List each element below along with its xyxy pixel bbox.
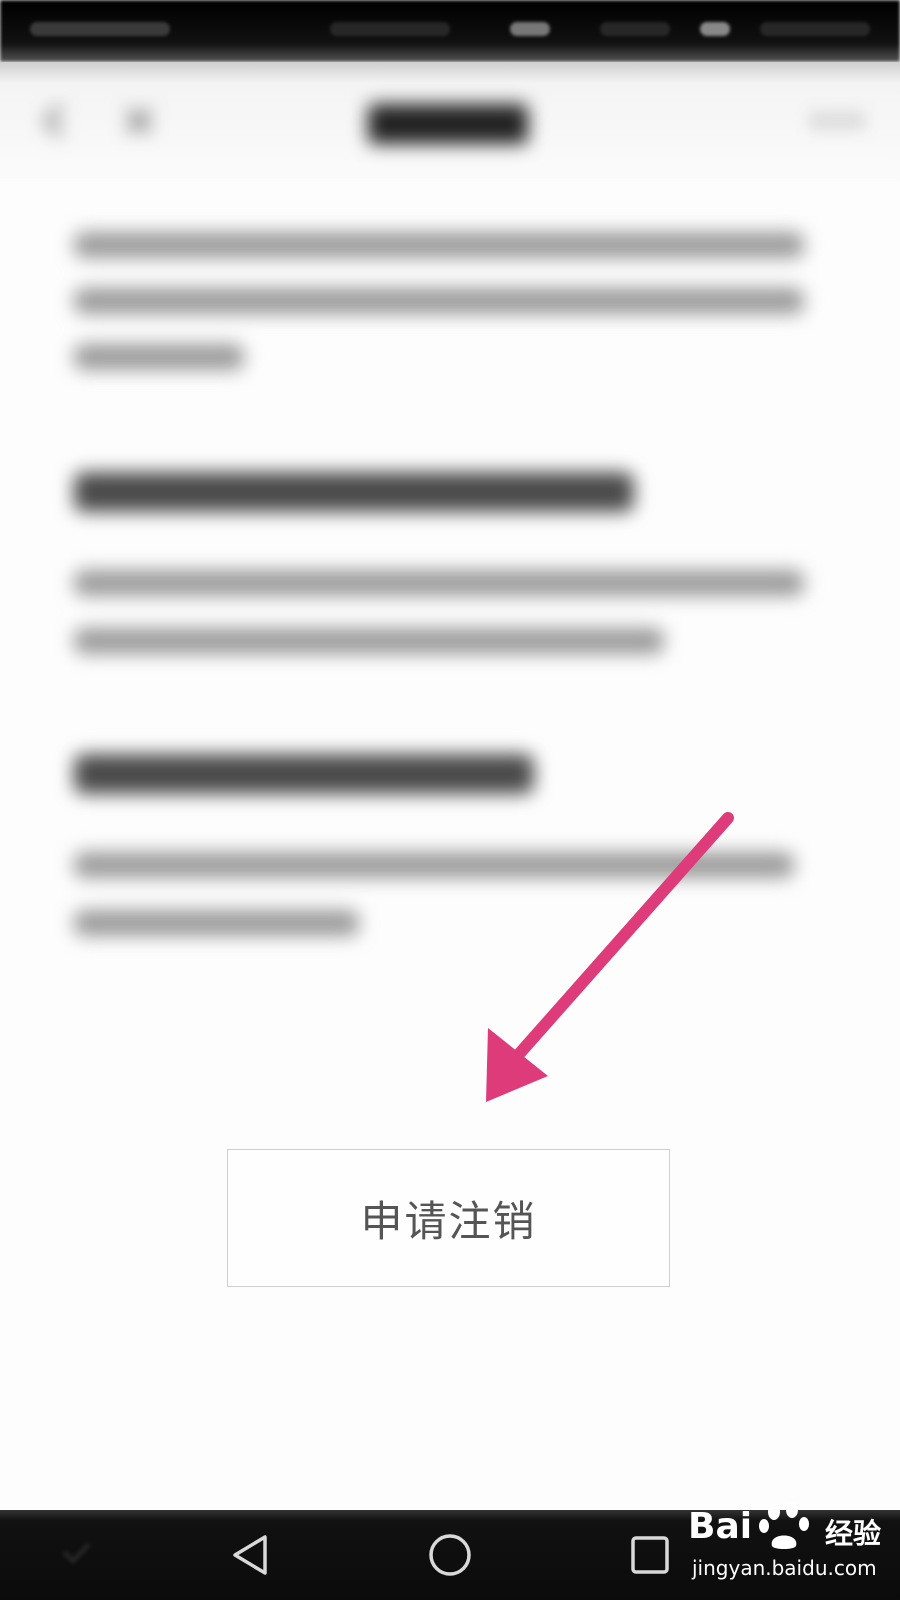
header (0, 62, 900, 182)
check-icon (62, 1542, 91, 1564)
watermark: Bai 经验 jingyan.baidu.com (688, 1500, 888, 1600)
nav-home-button[interactable] (405, 1522, 495, 1588)
circle-home-icon (429, 1534, 471, 1576)
apply-cancellation-label: 申请注销 (360, 1196, 537, 1246)
page-title (368, 104, 528, 144)
square-recents-icon (631, 1536, 669, 1574)
status-bar (0, 0, 900, 62)
paw-logo-icon (759, 1502, 809, 1549)
watermark-brand: Bai (688, 1506, 753, 1547)
watermark-brand-suffix: 经验 (825, 1517, 882, 1550)
close-icon[interactable] (124, 106, 154, 136)
page-content: 申请注销 (0, 182, 900, 1512)
nav-back-button[interactable] (206, 1522, 296, 1588)
apply-cancellation-button[interactable]: 申请注销 (227, 1149, 670, 1287)
blurred-text (0, 182, 900, 982)
watermark-url: jingyan.baidu.com (692, 1556, 877, 1580)
triangle-back-icon (233, 1535, 267, 1575)
more-icon[interactable] (812, 116, 862, 126)
back-arrow-icon[interactable] (44, 104, 64, 138)
nav-recents-button[interactable] (605, 1522, 695, 1588)
